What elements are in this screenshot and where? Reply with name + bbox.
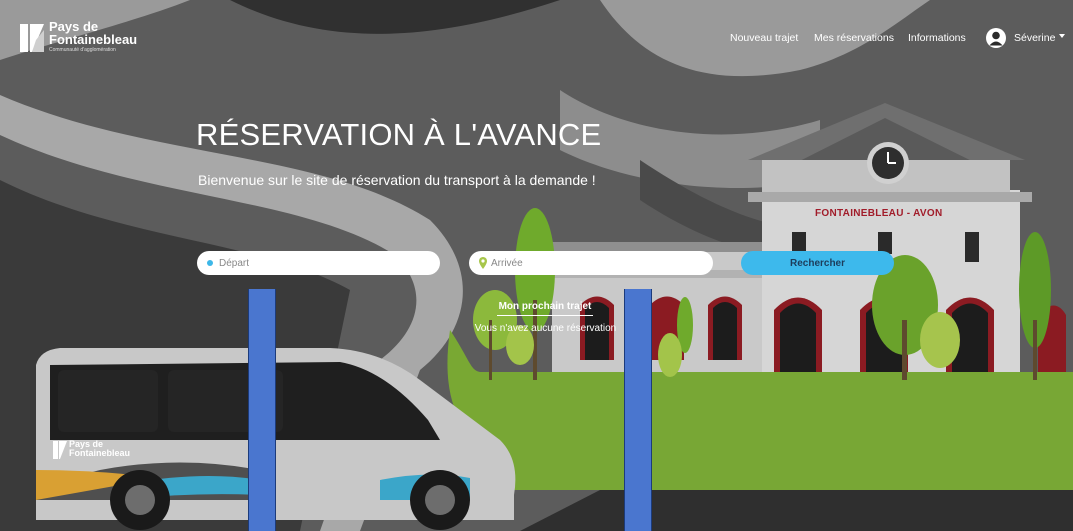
nav-new-trip[interactable]: Nouveau trajet (730, 32, 798, 44)
next-trip-empty-message: Vous n'avez aucune réservation (474, 323, 617, 334)
blue-dot-icon (207, 260, 213, 266)
nav-information[interactable]: Informations (908, 32, 966, 44)
top-navigation-bar: Pays de Fontainebleau Communauté d'agglo… (0, 0, 1073, 80)
redaction-bar-right (624, 289, 652, 531)
next-trip-underline (497, 315, 593, 316)
chevron-down-icon[interactable] (1059, 34, 1065, 38)
departure-input[interactable] (219, 251, 432, 275)
station-sign-text: FONTAINEBLEAU - AVON (815, 208, 943, 219)
page-title: RÉSERVATION À L'AVANCE (196, 117, 602, 152)
map-pin-icon (479, 257, 487, 269)
departure-field[interactable] (197, 251, 440, 275)
brand-logo[interactable]: Pays de Fontainebleau Communauté d'agglo… (18, 20, 148, 58)
bus-brand-line-2: Fontainebleau (69, 448, 131, 458)
next-trip-heading[interactable]: Mon prochain trajet (497, 301, 593, 312)
user-circle-icon (989, 31, 1003, 46)
search-button[interactable]: Rechercher (741, 251, 894, 275)
user-avatar[interactable] (986, 28, 1006, 48)
app-screen: Pays de Fontainebleau Communauté d'agglo… (0, 0, 1073, 531)
nav-my-bookings[interactable]: Mes réservations (814, 32, 894, 44)
brand-name-line-2: Fontainebleau (49, 32, 138, 47)
arrival-field[interactable] (469, 251, 713, 275)
arrival-input[interactable] (491, 251, 705, 275)
user-menu-name[interactable]: Séverine (1014, 32, 1055, 44)
brand-tagline: Communauté d'agglomération (49, 47, 116, 53)
page-subtitle: Bienvenue sur le site de réservation du … (198, 172, 596, 188)
bus-logo-mark-icon (53, 441, 67, 459)
brand-logo-mark-icon (20, 24, 44, 52)
redaction-bar-left (248, 289, 276, 531)
